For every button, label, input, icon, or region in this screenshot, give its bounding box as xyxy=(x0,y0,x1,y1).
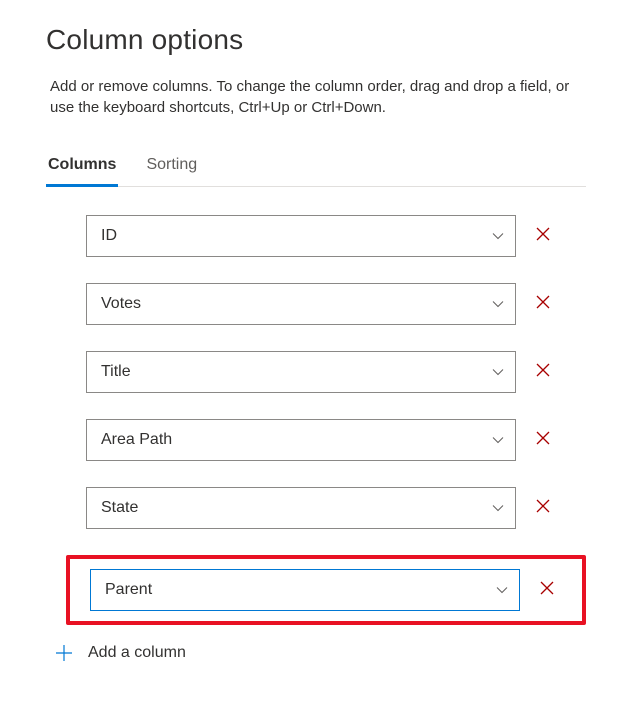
plus-icon xyxy=(54,643,74,663)
close-icon xyxy=(534,497,552,520)
column-select[interactable]: ID xyxy=(86,215,516,257)
column-select[interactable]: Area Path xyxy=(86,419,516,461)
remove-column-button[interactable] xyxy=(532,293,554,315)
tabs: Columns Sorting xyxy=(46,150,586,187)
column-row: ID xyxy=(86,215,586,257)
close-icon xyxy=(538,579,556,602)
column-value: Title xyxy=(101,363,131,381)
remove-column-button[interactable] xyxy=(536,579,558,601)
helper-text: Add or remove columns. To change the col… xyxy=(46,76,586,118)
column-value: Parent xyxy=(105,581,152,599)
column-select[interactable]: Title xyxy=(86,351,516,393)
chevron-down-icon xyxy=(491,365,505,379)
tab-columns[interactable]: Columns xyxy=(46,150,118,187)
column-select[interactable]: State xyxy=(86,487,516,529)
close-icon xyxy=(534,225,552,248)
add-column-label: Add a column xyxy=(88,644,186,662)
column-row: Title xyxy=(86,351,586,393)
chevron-down-icon xyxy=(491,229,505,243)
column-row: Votes xyxy=(86,283,586,325)
column-row: Area Path xyxy=(86,419,586,461)
close-icon xyxy=(534,361,552,384)
columns-list: ID Votes Title xyxy=(46,215,586,529)
column-row: State xyxy=(86,487,586,529)
remove-column-button[interactable] xyxy=(532,497,554,519)
column-select[interactable]: Votes xyxy=(86,283,516,325)
column-value: Area Path xyxy=(101,431,172,449)
panel-title: Column options xyxy=(46,24,586,56)
close-icon xyxy=(534,429,552,452)
tab-sorting[interactable]: Sorting xyxy=(144,150,199,187)
chevron-down-icon xyxy=(491,297,505,311)
chevron-down-icon xyxy=(491,433,505,447)
remove-column-button[interactable] xyxy=(532,225,554,247)
close-icon xyxy=(534,293,552,316)
chevron-down-icon xyxy=(495,583,509,597)
column-select[interactable]: Parent xyxy=(90,569,520,611)
column-value: Votes xyxy=(101,295,141,313)
remove-column-button[interactable] xyxy=(532,429,554,451)
column-value: ID xyxy=(101,227,117,245)
highlight-frame: Parent xyxy=(66,555,586,625)
add-column-button[interactable]: Add a column xyxy=(46,643,586,663)
remove-column-button[interactable] xyxy=(532,361,554,383)
chevron-down-icon xyxy=(491,501,505,515)
column-value: State xyxy=(101,499,138,517)
